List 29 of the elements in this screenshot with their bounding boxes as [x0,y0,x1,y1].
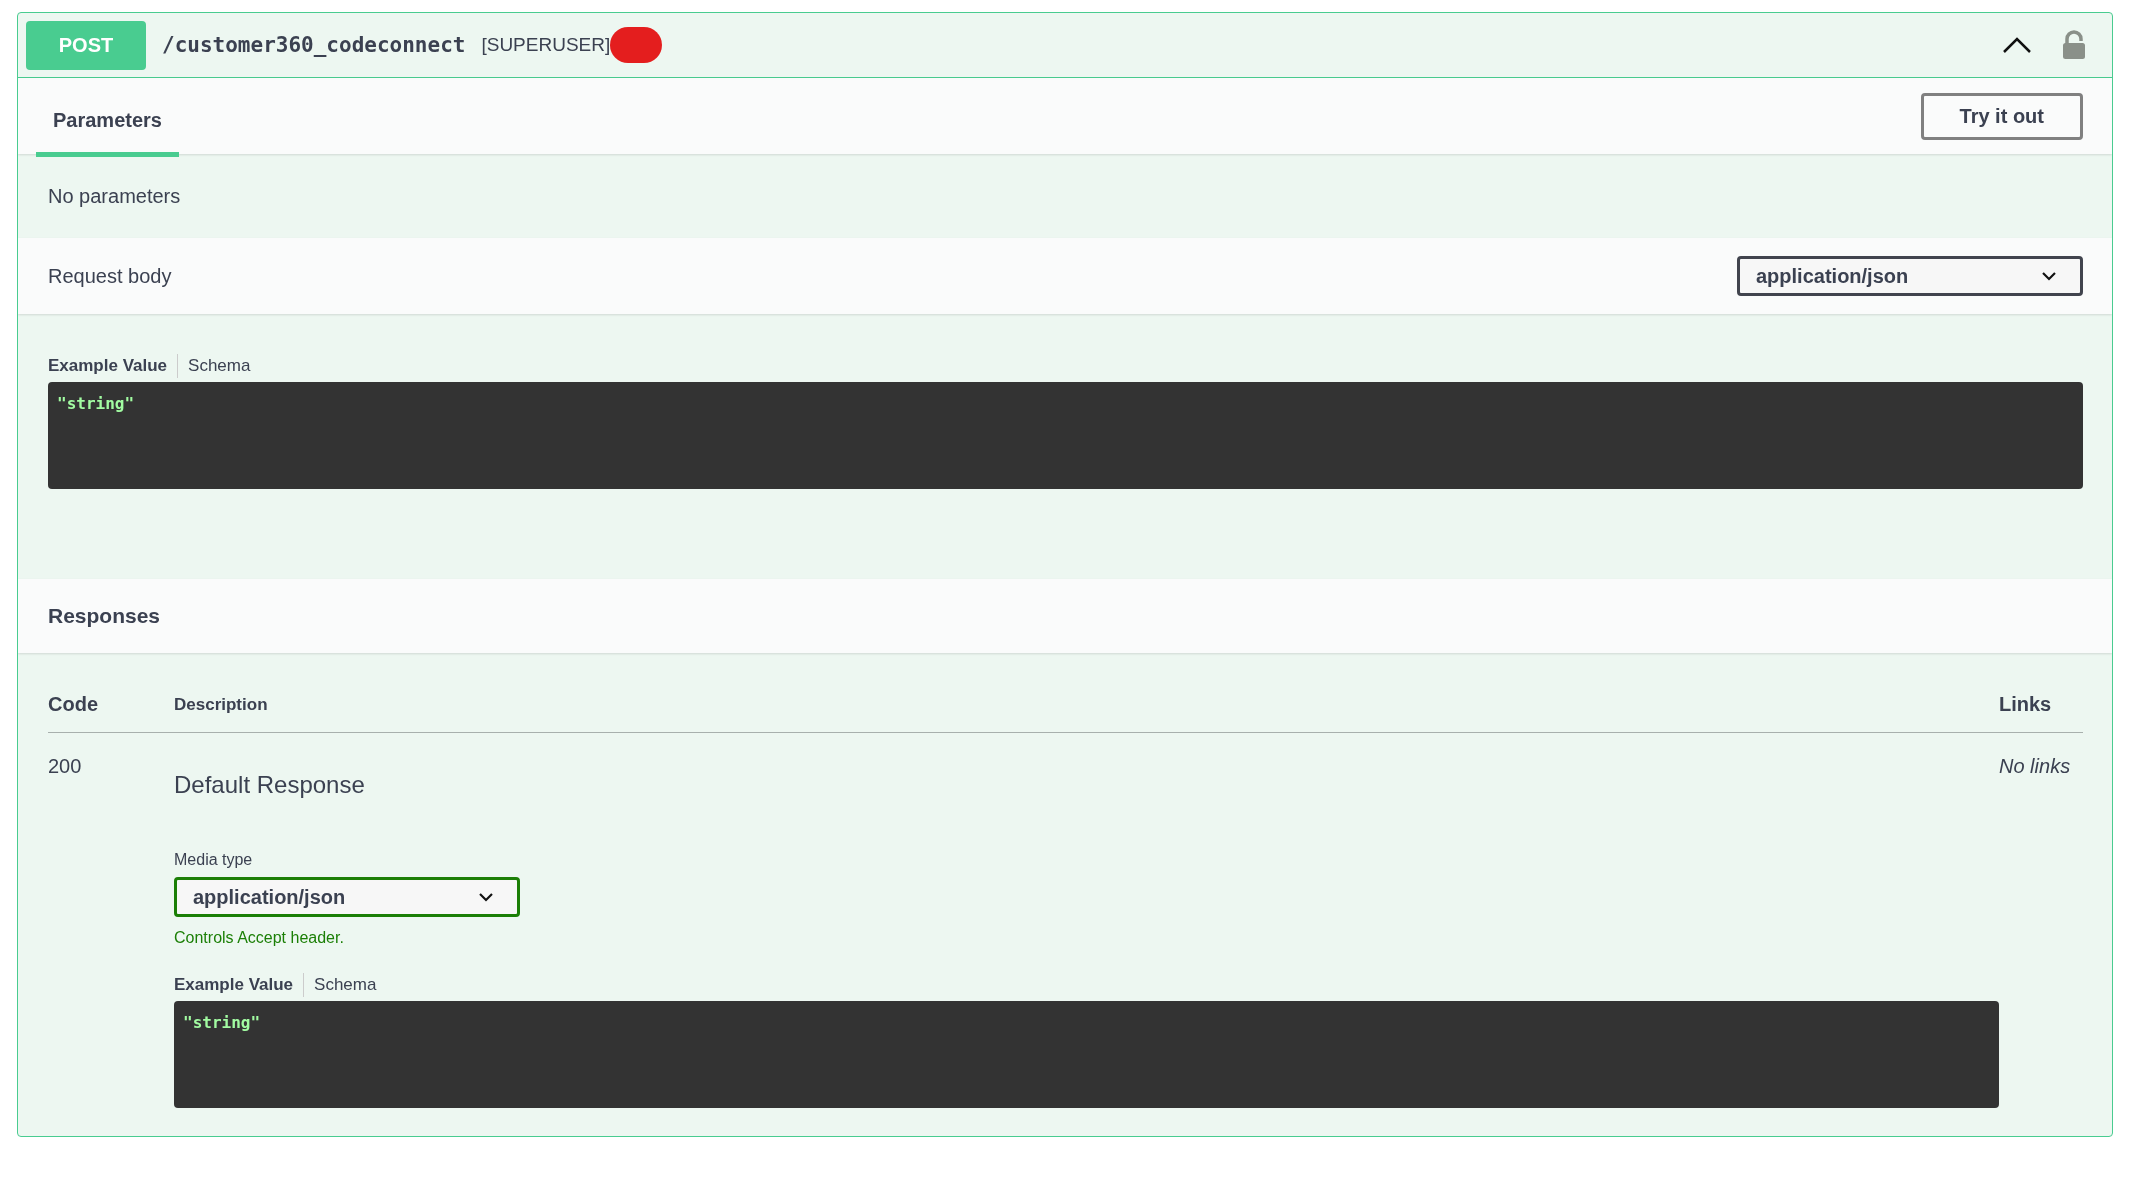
example-tab[interactable]: Example Value [174,973,304,997]
section-tab[interactable]: Parameters [36,83,179,157]
column-header: Description [174,694,269,715]
role-tag: [SUPERUSER] [481,34,611,56]
lock-icon[interactable] [2062,30,2086,60]
redaction-mark [610,27,663,63]
responses-title: Responses [48,604,161,628]
code-text: "string" [57,394,135,413]
endpoint-path: /customer360_codeconnect [162,33,466,57]
column-header: Code [48,693,99,716]
example-tab[interactable]: Schema [177,354,261,378]
chevron-down-icon [2042,271,2056,281]
method-badge: POST [26,20,146,70]
status-code: 200 [48,755,82,777]
content-type-select[interactable]: application/json [1737,256,2083,296]
no-parameters-text: No parameters [48,184,181,208]
links-text: No links [1999,755,2071,777]
example-tab[interactable]: Example Value [48,354,178,378]
request-body-label: Request body [48,264,172,288]
media-type-select[interactable]: application/json [174,877,520,917]
media-type-label: Media type [174,851,253,869]
code-text: "string" [183,1013,261,1032]
response-description: Default Response [174,771,365,799]
chevron-down-icon [479,892,493,902]
column-header: Links [1999,693,2053,716]
try-it-out-button[interactable]: Try it out [1920,92,2083,140]
example-tab[interactable]: Schema [303,973,387,997]
media-type-hint: Controls Accept header. [174,929,344,947]
collapse-chevron-icon[interactable] [2002,36,2032,54]
